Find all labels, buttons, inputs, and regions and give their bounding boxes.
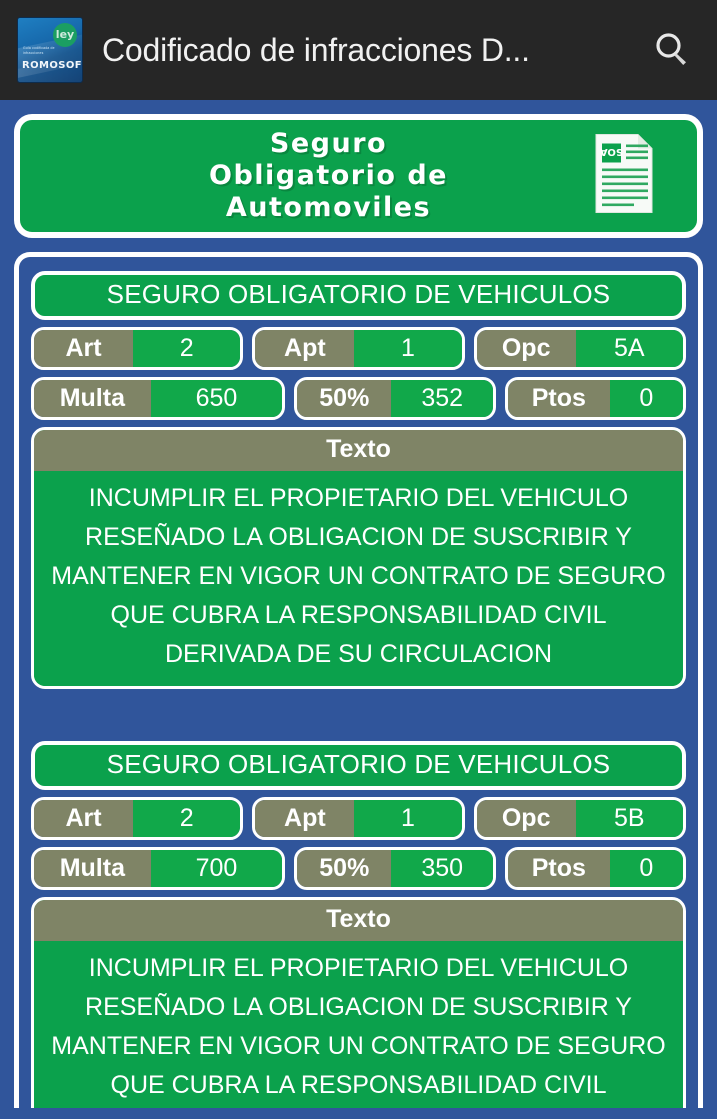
field-apt-value: 1 <box>354 800 462 837</box>
field-ptos[interactable]: Ptos 0 <box>505 847 686 890</box>
field-opc-value: 5A <box>575 330 683 367</box>
field-fifty-percent-value: 352 <box>391 380 494 417</box>
field-art-value: 2 <box>133 330 241 367</box>
record-fields-row-primary: Art 2 Apt 1 Opc 5A <box>31 327 686 370</box>
action-bar: ley Guia codificada de infracciones ROMO… <box>0 0 717 100</box>
field-multa[interactable]: Multa 650 <box>31 377 286 420</box>
field-apt[interactable]: Apt 1 <box>252 327 465 370</box>
field-art-label: Art <box>34 800 134 837</box>
field-apt-label: Apt <box>255 800 355 837</box>
field-multa-value: 700 <box>150 850 283 887</box>
banner-line-2: Obligatorio de <box>209 160 448 191</box>
field-multa-label: Multa <box>34 850 151 887</box>
record-title: SEGURO OBLIGATORIO DE VEHICULOS <box>31 271 686 320</box>
records-list[interactable]: SEGURO OBLIGATORIO DE VEHICULOS Art 2 Ap… <box>14 252 703 1108</box>
app-root: ley Guia codificada de infracciones ROMO… <box>0 0 717 1119</box>
field-fifty-percent-value: 350 <box>391 850 494 887</box>
category-banner[interactable]: Seguro Obligatorio de Automoviles SOA <box>14 114 703 238</box>
record-fields-row-primary: Art 2 Apt 1 Opc 5B <box>31 797 686 840</box>
record-texto-body: INCUMPLIR EL PROPIETARIO DEL VEHICULO RE… <box>34 941 683 1108</box>
record-texto: Texto INCUMPLIR EL PROPIETARIO DEL VEHIC… <box>31 897 686 1108</box>
scroll-content[interactable]: Seguro Obligatorio de Automoviles SOA SE… <box>0 100 717 1119</box>
search-icon <box>656 33 686 65</box>
field-art-value: 2 <box>133 800 241 837</box>
field-ptos-label: Ptos <box>508 850 610 887</box>
field-opc[interactable]: Opc 5A <box>473 327 686 370</box>
field-fifty-percent[interactable]: 50% 350 <box>294 847 497 890</box>
app-icon-brand: ROMOSOFT <box>22 60 82 71</box>
record-texto-header: Texto <box>34 900 683 941</box>
ley-badge-icon: ley <box>53 23 77 47</box>
banner-title: Seguro Obligatorio de Automoviles <box>209 128 508 224</box>
record-title: SEGURO OBLIGATORIO DE VEHICULOS <box>31 741 686 790</box>
field-opc-label: Opc <box>476 330 576 367</box>
record-texto: Texto INCUMPLIR EL PROPIETARIO DEL VEHIC… <box>31 427 686 689</box>
record-fields-row-secondary: Multa 650 50% 352 Ptos 0 <box>31 377 686 420</box>
record-fields-row-secondary: Multa 700 50% 350 Ptos 0 <box>31 847 686 890</box>
field-apt-value: 1 <box>354 330 462 367</box>
search-button[interactable] <box>641 19 703 81</box>
record-item[interactable]: SEGURO OBLIGATORIO DE VEHICULOS Art 2 Ap… <box>31 271 686 689</box>
field-ptos-value: 0 <box>609 380 683 417</box>
field-multa-label: Multa <box>34 380 151 417</box>
field-art[interactable]: Art 2 <box>31 327 244 370</box>
field-opc[interactable]: Opc 5B <box>473 797 686 840</box>
page-title: Codificado de infracciones D... <box>102 31 530 68</box>
svg-text:SOA: SOA <box>600 146 623 157</box>
banner-line-1: Seguro <box>269 128 388 159</box>
app-icon-subtext: Guia codificada de infracciones <box>23 46 55 55</box>
app-icon: ley Guia codificada de infracciones ROMO… <box>18 18 82 82</box>
record-texto-body: INCUMPLIR EL PROPIETARIO DEL VEHICULO RE… <box>34 471 683 686</box>
banner-line-3: Automoviles <box>225 192 432 223</box>
field-ptos[interactable]: Ptos 0 <box>505 377 686 420</box>
record-texto-header: Texto <box>34 430 683 471</box>
document-icon: SOA <box>593 133 655 220</box>
record-item[interactable]: SEGURO OBLIGATORIO DE VEHICULOS Art 2 Ap… <box>31 741 686 1108</box>
field-fifty-percent[interactable]: 50% 352 <box>294 377 497 420</box>
field-ptos-label: Ptos <box>508 380 610 417</box>
field-art-label: Art <box>34 330 134 367</box>
field-apt-label: Apt <box>255 330 355 367</box>
field-art[interactable]: Art 2 <box>31 797 244 840</box>
field-opc-value: 5B <box>575 800 683 837</box>
field-fifty-percent-label: 50% <box>297 850 392 887</box>
field-multa-value: 650 <box>150 380 283 417</box>
field-fifty-percent-label: 50% <box>297 380 392 417</box>
field-multa[interactable]: Multa 700 <box>31 847 286 890</box>
field-opc-label: Opc <box>476 800 576 837</box>
field-apt[interactable]: Apt 1 <box>252 797 465 840</box>
field-ptos-value: 0 <box>609 850 683 887</box>
